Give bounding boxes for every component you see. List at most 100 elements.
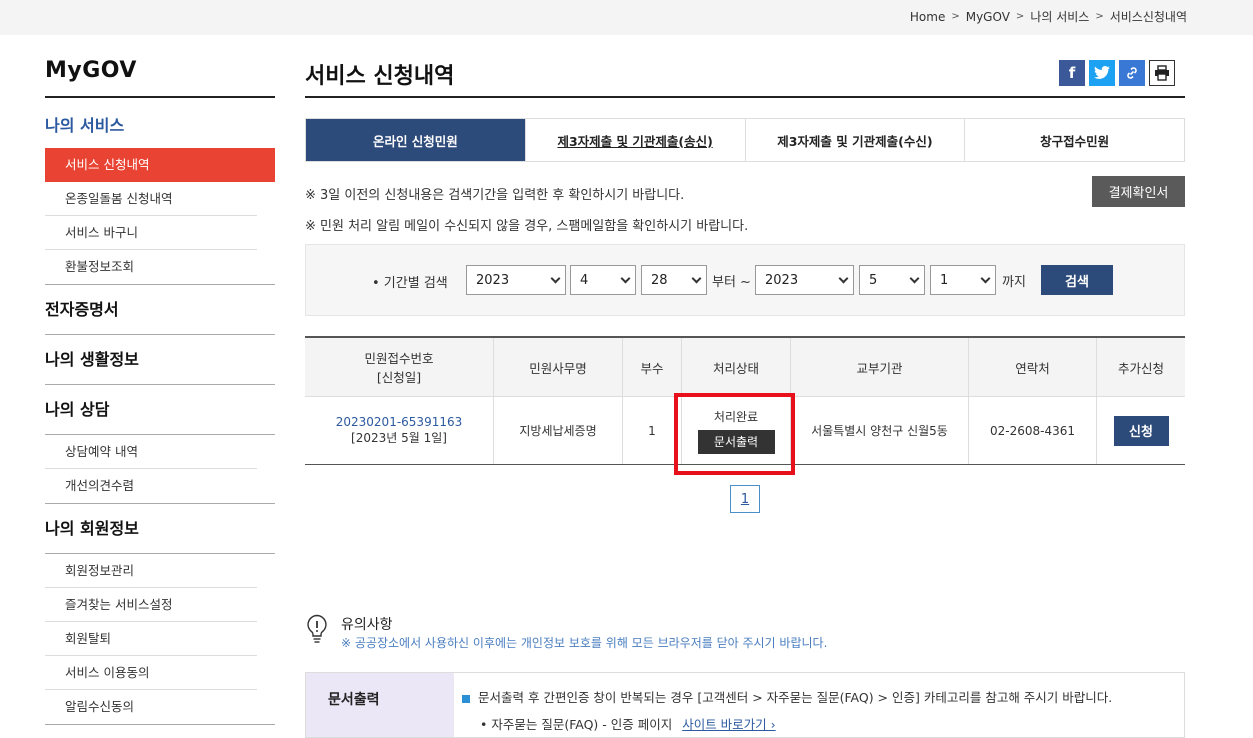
cell-id: 20230201-65391163 [2023년 5월 1일]: [305, 396, 493, 464]
tab-online[interactable]: 온라인 신청민원: [306, 119, 525, 161]
cell-phone: 02-2608-4361: [968, 396, 1096, 464]
to-month-select[interactable]: 5: [859, 265, 925, 295]
sidebar-item-feedback[interactable]: 개선의견수렴: [45, 469, 257, 503]
from-day-select[interactable]: 28: [641, 265, 707, 295]
request-id-link[interactable]: 20230201-65391163: [336, 415, 463, 429]
table-row: 20230201-65391163 [2023년 5월 1일] 지방세납세증명 …: [305, 396, 1185, 464]
from-month-value: 4: [580, 272, 589, 288]
cell-name: 지방세납세증명: [493, 396, 622, 464]
col-header-id: 민원접수번호 [신청일]: [305, 338, 493, 396]
to-day-select[interactable]: 1: [930, 265, 996, 295]
doc-print-guide-line1: 문서출력 후 간편인증 창이 반복되는 경우 [고객센터 > 자주묻는 질문(F…: [478, 690, 1113, 705]
sidebar-item-favorite-service[interactable]: 즐겨찾는 서비스설정: [45, 588, 257, 622]
notice-text: ※ 민원 처리 알림 메일이 수신되지 않을 경우, 스팸메일함을 확인하시기 …: [305, 219, 749, 234]
to-text: 까지: [1002, 275, 1026, 290]
link-icon[interactable]: [1119, 60, 1145, 86]
col-header-id-label: 민원접수번호: [364, 351, 434, 366]
breadcrumb-home[interactable]: Home: [910, 10, 945, 24]
cell-status: 처리완료 문서출력: [681, 396, 790, 464]
sidebar-consult-list: 상담예약 내역 개선의견수렴: [45, 435, 275, 503]
sidebar-item-withdraw[interactable]: 회원탈퇴: [45, 622, 257, 656]
from-year-value: 2023: [476, 272, 510, 288]
tab-bar: 온라인 신청민원 제3자제출 및 기관제출(송신) 제3자제출 및 기관제출(수…: [305, 118, 1185, 162]
table-header: 민원접수번호 [신청일] 민원사무명 부수 처리상태 교부기관 연락처 추가신청: [305, 338, 1185, 396]
site-shortcut-link[interactable]: 사이트 바로가기 ›: [682, 717, 775, 732]
doc-print-guide-label: 문서출력: [306, 673, 454, 737]
share-buttons: f: [1059, 60, 1175, 86]
chevron-down-icon: [691, 273, 702, 284]
doc-print-guide-body: 문서출력 후 간편인증 창이 반복되는 경우 [고객센터 > 자주묻는 질문(F…: [454, 673, 1184, 737]
col-header-count: 부수: [622, 338, 681, 396]
chevron-right-icon: >: [1095, 11, 1104, 22]
cell-extra: 신청: [1096, 396, 1185, 464]
sidebar-group-my-service[interactable]: 나의 서비스: [45, 98, 275, 148]
sidebar: MyGOV 나의 서비스 서비스 신청내역 온종일돌봄 신청내역 서비스 바구니…: [45, 58, 275, 725]
sidebar-section-consult[interactable]: 나의 상담: [45, 385, 275, 435]
col-header-status: 처리상태: [681, 338, 790, 396]
cell-count: 1: [622, 396, 681, 464]
from-day-value: 28: [651, 272, 668, 288]
tab-counter[interactable]: 창구접수민원: [964, 119, 1184, 161]
page-number-current[interactable]: 1: [730, 485, 760, 513]
breadcrumb: Home > MyGOV > 나의 서비스 > 서비스신청내역: [910, 8, 1187, 25]
breadcrumb-my-service[interactable]: 나의 서비스: [1030, 8, 1089, 25]
sidebar-item-notification[interactable]: 알림수신동의: [45, 690, 257, 724]
sidebar-member-list: 회원정보관리 즐겨찾는 서비스설정 회원탈퇴 서비스 이용동의 알림수신동의: [45, 554, 275, 724]
sidebar-item-refund[interactable]: 환불정보조회: [45, 250, 257, 284]
to-month-value: 5: [869, 272, 878, 288]
chevron-down-icon: [980, 273, 991, 284]
to-year-select[interactable]: 2023: [755, 265, 854, 295]
payment-confirm-button[interactable]: 결제확인서: [1092, 176, 1185, 207]
col-header-extra: 추가신청: [1096, 338, 1185, 396]
sidebar-item-member-info[interactable]: 회원정보관리: [45, 554, 257, 588]
chevron-right-icon: >: [951, 11, 960, 22]
sidebar-my-service-list: 서비스 신청내역 온종일돌봄 신청내역 서비스 바구니 환불정보조회: [45, 148, 275, 284]
doc-print-button[interactable]: 문서출력: [697, 429, 775, 454]
search-panel: • 기간별 검색 2023 4 28 부터 ~ 2023 5 1 까지 검색: [305, 244, 1185, 316]
chevron-right-icon: >: [1015, 11, 1025, 22]
col-header-phone: 연락처: [968, 338, 1096, 396]
sidebar-item-service-history[interactable]: 서비스 신청내역: [45, 148, 275, 182]
to-year-value: 2023: [765, 272, 799, 288]
bullet-square-icon: [462, 694, 470, 703]
main-content: 서비스 신청내역 f 온라인 신청민원 제3자제출 및 기관제출(송신) 제3자…: [305, 58, 1185, 738]
from-text: 부터 ~: [712, 275, 751, 290]
sidebar-section-life[interactable]: 나의 생활정보: [45, 335, 275, 385]
lightbulb-icon: [307, 614, 327, 643]
from-month-select[interactable]: 4: [570, 265, 636, 295]
tab-third-party-receive[interactable]: 제3자제출 및 기관제출(수신): [744, 119, 965, 161]
request-table: 민원접수번호 [신청일] 민원사무명 부수 처리상태 교부기관 연락처 추가신청…: [305, 336, 1185, 475]
sidebar-title: MyGOV: [45, 58, 275, 98]
request-date: [2023년 5월 1일]: [351, 431, 447, 445]
breadcrumb-mygov[interactable]: MyGOV: [966, 10, 1010, 24]
sidebar-item-consent[interactable]: 서비스 이용동의: [45, 656, 257, 690]
sidebar-item-service-basket[interactable]: 서비스 바구니: [45, 216, 257, 250]
twitter-icon[interactable]: [1089, 60, 1115, 86]
chevron-down-icon: [620, 273, 631, 284]
notice-text: ※ 3일 이전의 신청내용은 검색기간을 입력한 후 확인하시기 바랍니다.: [305, 188, 685, 203]
doc-print-guide-line2: • 자주묻는 질문(FAQ) - 인증 페이지: [480, 717, 673, 732]
apply-button[interactable]: 신청: [1113, 415, 1169, 446]
from-year-select[interactable]: 2023: [466, 265, 566, 295]
search-button[interactable]: 검색: [1041, 265, 1113, 295]
tab-third-party-send[interactable]: 제3자제출 및 기관제출(송신): [524, 119, 745, 161]
doc-print-guide: 문서출력 문서출력 후 간편인증 창이 반복되는 경우 [고객센터 > 자주묻는…: [305, 672, 1185, 738]
sidebar-item-consult-reservation[interactable]: 상담예약 내역: [45, 435, 257, 469]
sidebar-section-member[interactable]: 나의 회원정보: [45, 504, 275, 554]
col-header-date-label: [신청일]: [376, 370, 422, 385]
page-title: 서비스 신청내역: [305, 58, 1185, 98]
chevron-down-icon: [838, 273, 849, 284]
chevron-down-icon: [909, 273, 920, 284]
col-header-agency: 교부기관: [790, 338, 968, 396]
cell-agency: 서울특별시 양천구 신월5동: [790, 396, 968, 464]
sidebar-item-allday-care[interactable]: 온종일돌봄 신청내역: [45, 182, 257, 216]
caution-text: ※ 공공장소에서 사용하신 이후에는 개인정보 보호를 위해 모든 브라우저를 …: [341, 636, 828, 650]
top-bar: Home > MyGOV > 나의 서비스 > 서비스신청내역: [0, 0, 1253, 35]
sidebar-section-cert[interactable]: 전자증명서: [45, 285, 275, 335]
to-day-value: 1: [940, 272, 949, 288]
print-icon[interactable]: [1149, 60, 1175, 86]
facebook-icon[interactable]: f: [1059, 60, 1085, 86]
status-text: 처리완료: [713, 409, 759, 424]
chevron-down-icon: [550, 273, 561, 284]
col-header-name: 민원사무명: [493, 338, 622, 396]
